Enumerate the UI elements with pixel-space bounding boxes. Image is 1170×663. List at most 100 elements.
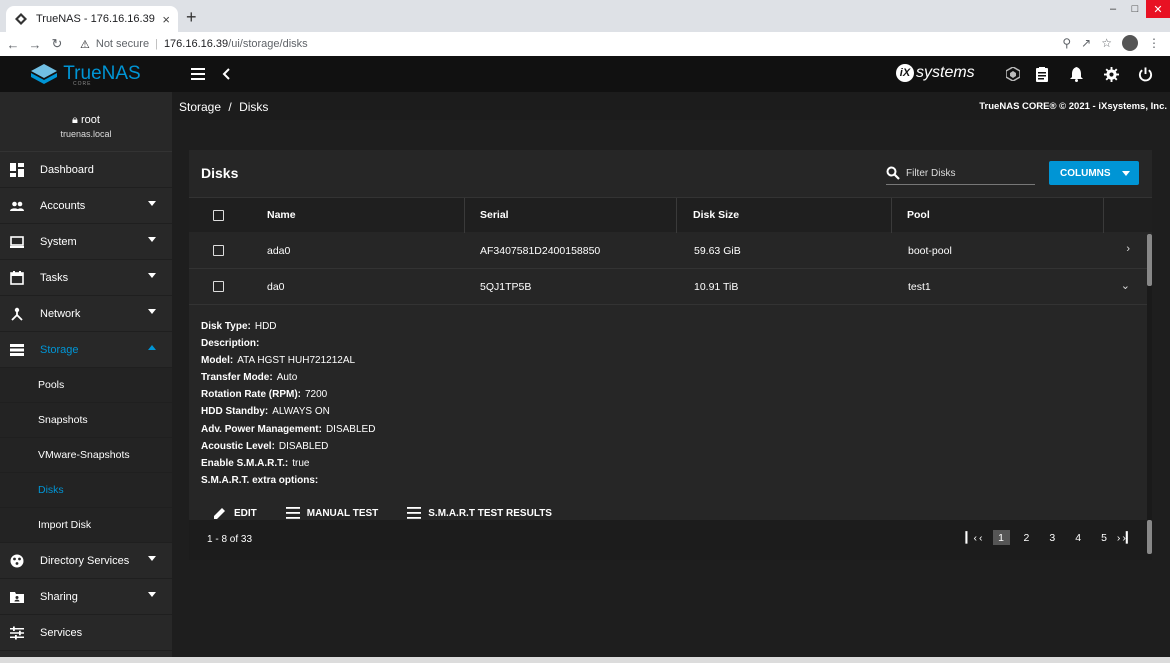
scrollbar-thumb[interactable] <box>1147 234 1152 286</box>
smart-results-label: S.M.A.R.T TEST RESULTS <box>428 507 552 519</box>
computer-icon <box>10 236 24 248</box>
scrollbar[interactable] <box>1147 234 1152 554</box>
next-page-icon[interactable]: › <box>1117 532 1121 544</box>
minimize-icon[interactable]: – <box>1102 0 1124 18</box>
detail-row: Description: <box>201 335 375 352</box>
sidebar-subitem-snapshots[interactable]: Snapshots <box>0 403 172 438</box>
column-header-pool[interactable]: Pool <box>907 209 930 221</box>
page-button-1[interactable]: 1 <box>992 530 1010 545</box>
sidebar-subitem-import-disk[interactable]: Import Disk <box>0 508 172 543</box>
browser-tab-title: TrueNAS - 176.16.16.39 <box>36 13 155 25</box>
reload-icon[interactable]: ↻ <box>48 36 66 52</box>
column-divider <box>676 198 677 233</box>
sidebar-item-accounts[interactable]: Accounts <box>0 188 172 224</box>
chevron-right-icon[interactable]: › <box>1126 243 1130 255</box>
maximize-icon[interactable]: □ <box>1124 0 1146 18</box>
detail-row: HDD Standby: ALWAYS ON <box>201 403 375 420</box>
browser-tab[interactable]: TrueNAS - 176.16.16.39 × <box>6 6 178 32</box>
close-window-icon[interactable]: ✕ <box>1146 0 1170 18</box>
sidebar-item-storage[interactable]: Storage <box>0 332 172 368</box>
detail-value: 7200 <box>305 389 328 401</box>
scrollbar-thumb-inner[interactable] <box>1147 520 1152 554</box>
sidebar-item-sharing[interactable]: Sharing <box>0 579 172 615</box>
back-icon[interactable]: ← <box>4 37 22 52</box>
breadcrumb-disks: Disks <box>239 100 269 114</box>
new-tab-button[interactable]: + <box>186 8 197 26</box>
edit-button[interactable]: EDIT <box>213 506 257 520</box>
columns-button[interactable]: COLUMNS <box>1049 161 1139 185</box>
page-button-5[interactable]: 5 <box>1101 532 1107 544</box>
breadcrumb-separator: / <box>228 100 232 114</box>
folder-share-icon <box>10 592 24 603</box>
last-page-icon[interactable]: ›▎ <box>1122 532 1134 544</box>
sidebar-item-dashboard[interactable]: Dashboard <box>0 152 172 188</box>
profile-avatar[interactable] <box>1122 35 1138 51</box>
card-header: Disks Filter Disks COLUMNS <box>189 150 1152 197</box>
detail-value: true <box>292 457 310 469</box>
ixsystems-logo[interactable]: iX systems <box>896 64 975 82</box>
url-field[interactable]: 176.16.16.39/ui/storage/disks <box>164 38 308 50</box>
chevron-up-icon <box>148 345 156 350</box>
warning-icon[interactable]: ⚠ <box>80 38 90 51</box>
prev-page-icon[interactable]: ‹ <box>979 532 983 544</box>
sidebar-item-label: Services <box>40 626 83 639</box>
browser-menu-icon[interactable]: ⋮ <box>1148 36 1160 50</box>
power-icon[interactable] <box>1135 64 1155 84</box>
page-button-3[interactable]: 3 <box>1049 532 1055 544</box>
smart-results-button[interactable]: S.M.A.R.T TEST RESULTS <box>407 506 552 520</box>
tab-close-icon[interactable]: × <box>162 12 170 27</box>
menu-icon[interactable] <box>188 64 208 84</box>
column-header-serial[interactable]: Serial <box>480 209 509 221</box>
breadcrumb-storage[interactable]: Storage <box>179 100 221 114</box>
key-icon[interactable]: ⚲ <box>1062 36 1071 50</box>
collapse-chevron-icon[interactable] <box>216 64 236 84</box>
list-icon <box>285 507 300 519</box>
browser-tabstrip: TrueNAS - 176.16.16.39 × + – □ ✕ <box>0 0 1170 32</box>
truenas-logo[interactable]: TrueNAS CORE <box>0 56 172 92</box>
page-button-4[interactable]: 4 <box>1075 532 1081 544</box>
detail-label: S.M.A.R.T. extra options: <box>201 474 319 486</box>
chevron-down-icon[interactable]: ⌄ <box>1121 279 1130 292</box>
star-icon[interactable]: ☆ <box>1101 36 1112 50</box>
sidebar-subitem-disks[interactable]: Disks <box>0 473 172 508</box>
detail-value: DISABLED <box>325 423 376 435</box>
settings-gear-icon[interactable] <box>1101 64 1121 84</box>
table-footer: 1 - 8 of 33 ▎‹ ‹ 1 2 3 4 5 › ›▎ <box>189 520 1152 560</box>
table-row[interactable]: ada0 AF3407581D2400158850 59.63 GiB boot… <box>189 233 1152 269</box>
table-row[interactable]: da0 5QJ1TP5B 10.91 TiB test1 ⌄ <box>189 269 1152 305</box>
notifications-bell-icon[interactable] <box>1066 64 1086 84</box>
sidebar-item-tasks[interactable]: Tasks <box>0 260 172 296</box>
forward-icon[interactable]: → <box>26 37 44 52</box>
page-button-2[interactable]: 2 <box>1024 532 1030 544</box>
detail-row: Acoustic Level: DISABLED <box>201 438 375 455</box>
share-icon[interactable]: ↗ <box>1081 36 1091 50</box>
row-checkbox[interactable] <box>213 281 224 292</box>
column-divider <box>891 198 892 233</box>
breadcrumb: Storage / Disks <box>179 100 268 114</box>
row-checkbox[interactable] <box>213 245 224 256</box>
manual-test-button[interactable]: MANUAL TEST <box>285 506 378 520</box>
column-header-name[interactable]: Name <box>267 209 296 221</box>
sidebar-subitem-pools[interactable]: Pools <box>0 368 172 403</box>
sidebar-item-services[interactable]: Services <box>0 615 172 651</box>
security-status[interactable]: Not secure <box>96 38 149 50</box>
sidebar-item-directory-services[interactable]: Directory Services <box>0 543 172 579</box>
detail-row: Transfer Mode: Auto <box>201 369 375 386</box>
sidebar-subitem-vmware-snapshots[interactable]: VMware-Snapshots <box>0 438 172 473</box>
first-page-icon[interactable]: ▎‹ <box>965 532 977 544</box>
filter-disks-input[interactable]: Filter Disks <box>886 164 1035 185</box>
sidebar-item-label: Directory Services <box>40 554 130 567</box>
hostname: truenas.local <box>60 129 112 139</box>
column-header-disk-size[interactable]: Disk Size <box>693 209 739 221</box>
truecommand-icon[interactable] <box>1003 64 1023 84</box>
task-manager-icon[interactable] <box>1032 64 1052 84</box>
sidebar-item-label: Dashboard <box>40 163 94 176</box>
disk-details: Disk Type: HDD Description: Model: ATA HGS… <box>201 318 375 489</box>
detail-label: Enable S.M.A.R.T.: <box>201 457 289 469</box>
sidebar-item-network[interactable]: Network <box>0 296 172 332</box>
detail-value: ALWAYS ON <box>272 406 330 418</box>
sidebar-item-system[interactable]: System <box>0 224 172 260</box>
select-all-checkbox[interactable] <box>213 210 224 221</box>
sidebar: 🔒︎ root truenas.local Dashboard Accounts… <box>0 92 172 663</box>
detail-value: DISABLED <box>278 440 329 452</box>
